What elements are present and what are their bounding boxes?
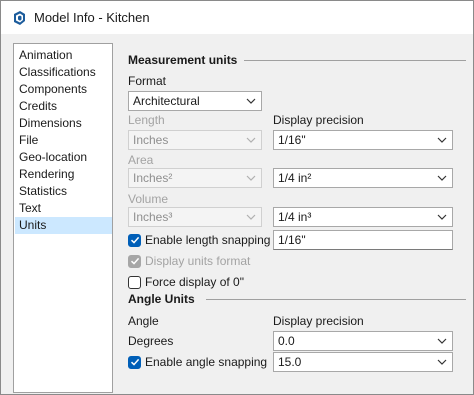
chevron-down-icon [246,214,256,220]
volume-unit-select: Inches³ [128,207,262,227]
display-units-format-checkbox: Display units format [128,253,250,269]
chevron-down-icon [437,359,447,365]
force-zero-checkbox[interactable]: Force display of 0" [128,274,244,290]
nav-item-text[interactable]: Text [15,200,112,217]
window-title: Model Info - Kitchen [34,10,150,25]
force-zero-label: Force display of 0" [145,275,244,289]
angle-unit-value: Degrees [128,334,174,348]
chevron-down-icon [437,175,447,181]
area-label: Area [128,153,154,167]
length-precision-select[interactable]: 1/16" [273,130,453,150]
category-list[interactable]: Animation Classifications Components Cre… [13,43,113,393]
length-snapping-checkbox[interactable]: Enable length snapping [128,232,270,248]
checkmark-icon [128,233,141,247]
format-select[interactable]: Architectural [128,91,262,111]
area-precision-select[interactable]: 1/4 in² [273,168,453,188]
length-unit-value: Inches [133,133,169,147]
nav-item-dimensions[interactable]: Dimensions [15,115,112,132]
volume-label: Volume [128,192,169,206]
nav-item-geo-location[interactable]: Geo-location [15,149,112,166]
format-label: Format [128,74,167,88]
length-precision-label: Display precision [273,113,364,127]
nav-item-components[interactable]: Components [15,81,112,98]
sketchup-logo-icon [14,11,25,25]
chevron-down-icon [437,214,447,220]
length-precision-value: 1/16" [278,133,306,147]
angle-snapping-select[interactable]: 15.0 [273,352,453,372]
format-value: Architectural [133,94,200,108]
measurement-units-heading: Measurement units [128,53,238,67]
area-unit-value: Inches² [133,171,173,185]
title-bar[interactable]: Model Info - Kitchen [1,1,473,34]
angle-snapping-value: 15.0 [278,355,302,369]
length-snapping-label: Enable length snapping [145,233,271,247]
model-info-dialog: Model Info - Kitchen Animation Classific… [0,0,474,395]
angle-precision-label: Display precision [273,314,364,328]
chevron-down-icon [246,98,256,104]
nav-item-rendering[interactable]: Rendering [15,166,112,183]
length-unit-select: Inches [128,130,262,150]
section-divider [244,60,466,61]
units-panel: Measurement units Format Architectural L… [122,41,472,393]
length-label: Length [128,113,165,127]
nav-item-credits[interactable]: Credits [15,98,112,115]
display-units-format-label: Display units format [145,254,251,268]
checkmark-icon [128,355,141,369]
angle-label: Angle [128,314,159,328]
angle-units-heading: Angle Units [128,292,195,306]
checkmark-icon [128,254,141,268]
angle-precision-value: 0.0 [278,334,295,348]
angle-snapping-label: Enable angle snapping [145,355,268,369]
length-snapping-input[interactable]: 1/16" [273,230,453,250]
volume-precision-select[interactable]: 1/4 in³ [273,207,453,227]
nav-item-statistics[interactable]: Statistics [15,183,112,200]
nav-item-animation[interactable]: Animation [15,47,112,64]
nav-item-classifications[interactable]: Classifications [15,64,112,81]
volume-unit-value: Inches³ [133,210,173,224]
angle-snapping-checkbox[interactable]: Enable angle snapping [128,354,267,370]
chevron-down-icon [246,137,256,143]
chevron-down-icon [246,175,256,181]
empty-checkbox-icon [128,275,141,289]
section-divider [206,299,466,300]
nav-item-file[interactable]: File [15,132,112,149]
area-precision-value: 1/4 in² [278,171,312,185]
chevron-down-icon [437,137,447,143]
area-unit-select: Inches² [128,168,262,188]
chevron-down-icon [437,338,447,344]
angle-precision-select[interactable]: 0.0 [273,331,453,351]
nav-item-units[interactable]: Units [15,217,112,234]
volume-precision-value: 1/4 in³ [278,210,312,224]
